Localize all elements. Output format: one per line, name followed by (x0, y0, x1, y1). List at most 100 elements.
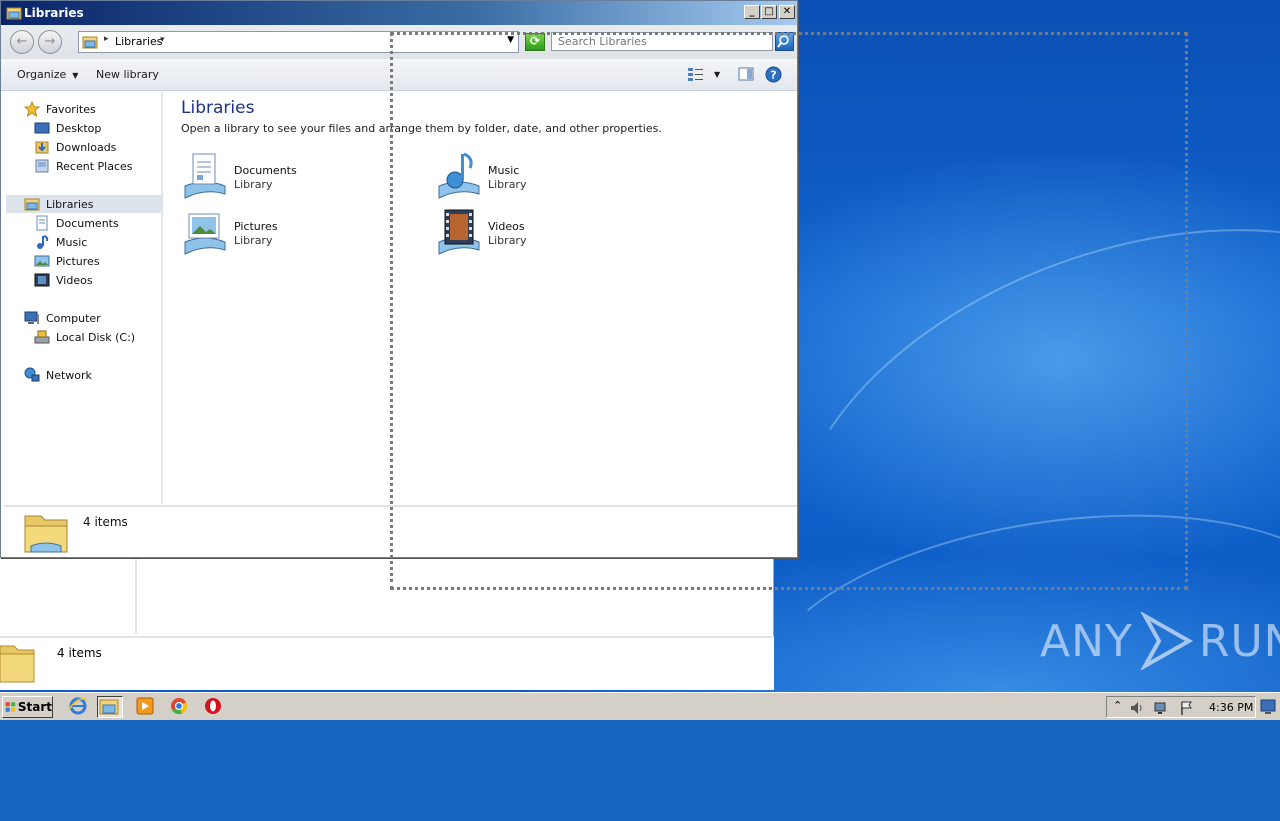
nav-documents-label: Documents (56, 216, 119, 230)
library-item-videos[interactable]: Videos Library (435, 208, 635, 260)
show-desktop-icon[interactable] (1260, 697, 1276, 715)
nav-music-label: Music (56, 235, 88, 249)
maximize-button[interactable]: □ (761, 5, 777, 19)
breadcrumb-libraries[interactable]: Libraries (115, 35, 163, 48)
action-center-flag-icon[interactable] (1179, 700, 1195, 716)
clock[interactable]: 4:36 PM (1209, 701, 1253, 714)
title-bar[interactable]: Libraries _ □ ✕ (1, 1, 797, 25)
network-tray-icon[interactable] (1153, 700, 1169, 716)
change-view-icon[interactable] (687, 66, 705, 82)
music-icon (34, 234, 50, 250)
help-icon[interactable]: ? (765, 66, 782, 83)
nav-recent-places-label: Recent Places (56, 159, 133, 173)
page-title: Libraries (181, 98, 255, 118)
media-player-icon (136, 697, 154, 715)
play-logo-icon (1140, 612, 1193, 670)
breadcrumb-chevron-down-icon[interactable]: ▾ (160, 35, 165, 45)
breadcrumb-separator-icon[interactable]: ▸ (104, 34, 109, 44)
downloads-icon (34, 139, 50, 155)
library-item-music[interactable]: Music Library (435, 152, 635, 204)
background-status-bar: 4 items (0, 636, 774, 690)
documents-library-icon (184, 153, 226, 199)
nav-computer[interactable]: Computer (24, 309, 101, 327)
back-button[interactable]: ← (10, 30, 34, 54)
taskbar-windows-explorer[interactable] (97, 696, 123, 718)
computer-icon (24, 310, 40, 326)
address-history-dropdown-icon[interactable]: ▼ (507, 35, 514, 45)
minimize-button[interactable]: _ (744, 5, 760, 19)
watermark-right-text: RUN (1198, 615, 1280, 667)
close-button[interactable]: ✕ (779, 5, 795, 19)
nav-documents[interactable]: Documents (34, 214, 119, 232)
nav-downloads-label: Downloads (56, 140, 117, 154)
address-bar[interactable]: ▸ Libraries ▾ ▼ (78, 31, 519, 53)
chrome-icon (171, 698, 188, 715)
nav-videos[interactable]: Videos (34, 271, 93, 289)
nav-libraries[interactable]: Libraries (6, 195, 163, 213)
nav-videos-label: Videos (56, 273, 93, 287)
start-label: Start (17, 700, 52, 714)
new-library-button[interactable]: New library (96, 68, 159, 81)
libraries-icon (82, 36, 98, 49)
libraries-folder-icon (24, 515, 68, 553)
nav-downloads[interactable]: Downloads (34, 138, 116, 156)
nav-recent-places[interactable]: Recent Places (34, 157, 133, 175)
search-button[interactable] (775, 32, 794, 51)
taskbar-chrome[interactable] (168, 696, 194, 718)
recent-places-icon (34, 158, 50, 174)
organize-menu-button[interactable]: Organize ▼ (17, 68, 78, 81)
documents-icon (34, 215, 50, 231)
search-icon (777, 35, 789, 48)
background-nav-pane (0, 558, 137, 634)
organize-label: Organize (17, 68, 67, 81)
nav-libraries-label: Libraries (46, 197, 94, 211)
back-arrow-icon: ← (16, 34, 28, 49)
library-name: Documents (234, 164, 297, 177)
opera-icon (205, 698, 221, 714)
command-bar: Organize ▼ New library ▼ ? (1, 59, 797, 91)
nav-pictures[interactable]: Pictures (34, 252, 100, 270)
music-library-icon (438, 152, 480, 199)
taskbar-opera[interactable] (202, 696, 228, 718)
library-kind: Library (234, 234, 273, 247)
folder-icon (0, 645, 35, 683)
volume-icon[interactable] (1129, 700, 1145, 716)
taskbar-media-player[interactable] (134, 696, 160, 718)
search-input[interactable] (551, 32, 773, 51)
nav-network[interactable]: Network (24, 366, 92, 384)
view-options-chevron-down-icon[interactable]: ▼ (714, 70, 720, 79)
chevron-down-icon: ▼ (72, 71, 79, 80)
forward-arrow-icon: → (44, 34, 56, 49)
nav-favorites-label: Favorites (46, 102, 96, 116)
videos-library-icon (438, 209, 480, 255)
refresh-button[interactable]: ⟳ (525, 33, 545, 51)
nav-computer-label: Computer (46, 311, 101, 325)
watermark-left-text: ANY (1040, 615, 1133, 667)
nav-network-label: Network (46, 368, 92, 382)
library-item-pictures[interactable]: Pictures Library (181, 208, 381, 260)
library-kind: Library (488, 234, 527, 247)
internet-explorer-icon (68, 697, 88, 715)
windows-explorer-icon (99, 699, 119, 715)
nav-desktop[interactable]: Desktop (34, 119, 101, 137)
background-explorer-window[interactable]: 4 items (0, 558, 774, 690)
explorer-window[interactable]: Libraries _ □ ✕ ← → ▸ Libraries ▾ ▼ ⟳ Se… (0, 0, 798, 558)
content-pane: Libraries Open a library to see your fil… (165, 92, 797, 504)
anyrun-watermark: ANY RUN (1040, 612, 1280, 670)
nav-local-disk[interactable]: Local Disk (C:) (34, 328, 135, 346)
taskbar-internet-explorer[interactable] (67, 696, 93, 718)
library-item-documents[interactable]: Documents Library (181, 152, 381, 204)
preview-pane-icon[interactable] (738, 66, 754, 82)
show-hidden-icons-chevron-up-icon[interactable]: ⌃ (1113, 699, 1122, 712)
refresh-icon: ⟳ (529, 34, 541, 48)
page-description: Open a library to see your files and arr… (181, 122, 662, 135)
library-name: Music (488, 164, 520, 177)
windows-logo-icon (5, 702, 16, 712)
start-button[interactable]: Start (2, 696, 53, 718)
nav-favorites[interactable]: Favorites (23, 100, 96, 118)
nav-music[interactable]: Music (34, 233, 87, 251)
taskbar: Start ⌃ 4:36 PM (0, 692, 1280, 720)
library-kind: Library (234, 178, 273, 191)
details-pane: 4 items (4, 505, 797, 557)
forward-button[interactable]: → (38, 30, 62, 54)
